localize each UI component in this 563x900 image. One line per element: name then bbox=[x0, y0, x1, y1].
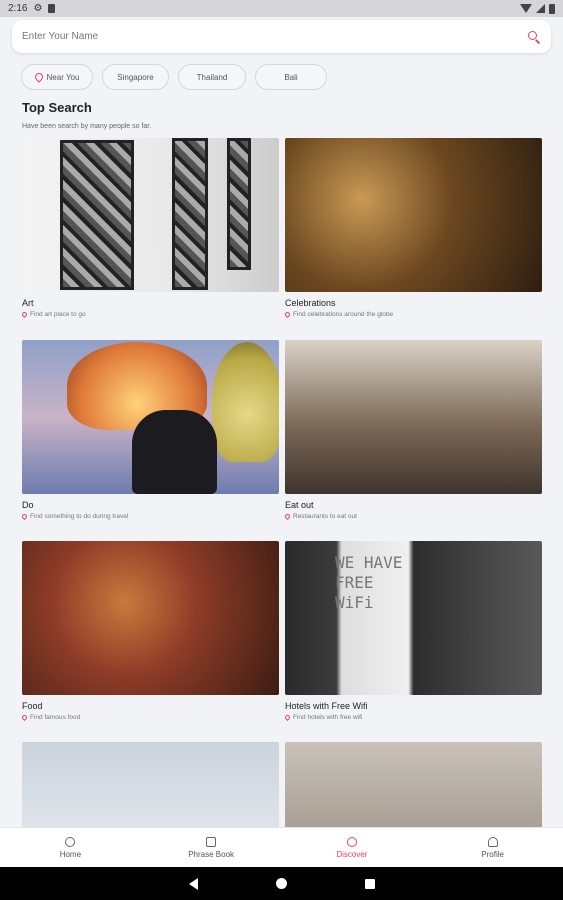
location-chips: Near You Singapore Thailand Bali bbox=[21, 64, 327, 90]
chip-label: Near You bbox=[46, 72, 80, 82]
card-subtitle: Find art place to go bbox=[30, 311, 86, 318]
home-circle-icon[interactable] bbox=[275, 878, 287, 889]
section-title: Top Search bbox=[22, 100, 92, 115]
category-card-food[interactable]: Food Find famous food bbox=[20, 541, 279, 722]
chip-singapore[interactable]: Singapore bbox=[102, 64, 169, 90]
nav-discover[interactable]: Discover bbox=[282, 828, 423, 867]
back-icon[interactable] bbox=[188, 877, 198, 890]
card-subtitle: Find celebrations around the globe bbox=[293, 311, 394, 318]
celebrations-image bbox=[285, 138, 542, 292]
card-title: Eat out bbox=[285, 500, 314, 510]
category-card-art[interactable]: Art Find art place to go bbox=[20, 138, 279, 319]
category-card-eat-out[interactable]: Eat out Restaurants to eat out bbox=[283, 340, 542, 521]
search-icon[interactable] bbox=[527, 30, 541, 44]
settings-gear-icon: ⚙ bbox=[33, 3, 43, 14]
card-subtitle: Restaurants to eat out bbox=[293, 513, 357, 520]
chip-label: Bali bbox=[284, 72, 298, 82]
sim-card-icon bbox=[48, 4, 56, 13]
chip-label: Singapore bbox=[117, 72, 154, 82]
card-title: Celebrations bbox=[285, 298, 336, 308]
bottom-navigation: Home Phrase Book Discover Profile bbox=[0, 827, 563, 867]
free-wifi-sign-image: WE HAVE FREE WiFi bbox=[285, 541, 542, 695]
search-bar[interactable] bbox=[12, 20, 551, 53]
location-pin-icon bbox=[20, 310, 29, 319]
status-bar: 2:16 ⚙ bbox=[0, 0, 563, 17]
phrase-book-icon bbox=[206, 836, 217, 847]
street-cafe-image bbox=[285, 340, 542, 494]
wifi-sign-text: WE HAVE FREE WiFi bbox=[335, 553, 403, 612]
profile-icon bbox=[487, 836, 498, 847]
card-title: Do bbox=[22, 500, 34, 510]
nav-profile[interactable]: Profile bbox=[422, 828, 563, 867]
category-card-celebrations[interactable]: Celebrations Find celebrations around th… bbox=[283, 138, 542, 319]
location-pin-icon bbox=[283, 713, 292, 722]
nav-phrase-book[interactable]: Phrase Book bbox=[141, 828, 282, 867]
nav-label: Home bbox=[59, 849, 82, 859]
nav-label: Profile bbox=[481, 849, 504, 859]
nav-label: Discover bbox=[336, 849, 368, 859]
card-subtitle: Find hotels with free wifi bbox=[293, 714, 363, 721]
chip-thailand[interactable]: Thailand bbox=[178, 64, 246, 90]
location-pin-icon bbox=[20, 713, 29, 722]
home-icon bbox=[65, 836, 76, 847]
name-search-input[interactable] bbox=[22, 31, 527, 42]
nav-label: Phrase Book bbox=[188, 849, 235, 859]
card-title: Art bbox=[22, 298, 34, 308]
card-title: Food bbox=[22, 701, 43, 711]
location-pin-icon bbox=[283, 512, 292, 521]
chip-label: Thailand bbox=[196, 72, 228, 82]
wifi-icon bbox=[520, 4, 532, 13]
card-subtitle: Find something to do during travel bbox=[30, 513, 129, 520]
chip-near-you[interactable]: Near You bbox=[21, 64, 93, 90]
battery-icon bbox=[549, 3, 555, 14]
location-pin-icon bbox=[32, 71, 45, 83]
food-spread-image bbox=[22, 541, 279, 695]
card-title: Hotels with Free Wifi bbox=[285, 701, 368, 711]
category-card-hotels-wifi[interactable]: WE HAVE FREE WiFi Hotels with Free Wifi … bbox=[283, 541, 542, 722]
chip-bali[interactable]: Bali bbox=[255, 64, 327, 90]
location-pin-icon bbox=[283, 310, 292, 319]
category-card-do[interactable]: Do Find something to do during travel bbox=[20, 340, 279, 521]
signal-icon bbox=[536, 4, 545, 13]
card-subtitle: Find famous food bbox=[30, 714, 81, 721]
location-pin-icon bbox=[20, 512, 29, 521]
status-time: 2:16 bbox=[8, 3, 28, 14]
nav-home[interactable]: Home bbox=[0, 828, 141, 867]
art-gallery-image bbox=[22, 138, 279, 292]
discover-icon bbox=[346, 836, 357, 847]
section-subtitle: Have been search by many people so far. bbox=[22, 123, 152, 130]
sky-lanterns-image bbox=[22, 340, 279, 494]
system-navigation-bar bbox=[0, 867, 563, 900]
recent-apps-icon[interactable] bbox=[364, 878, 375, 889]
